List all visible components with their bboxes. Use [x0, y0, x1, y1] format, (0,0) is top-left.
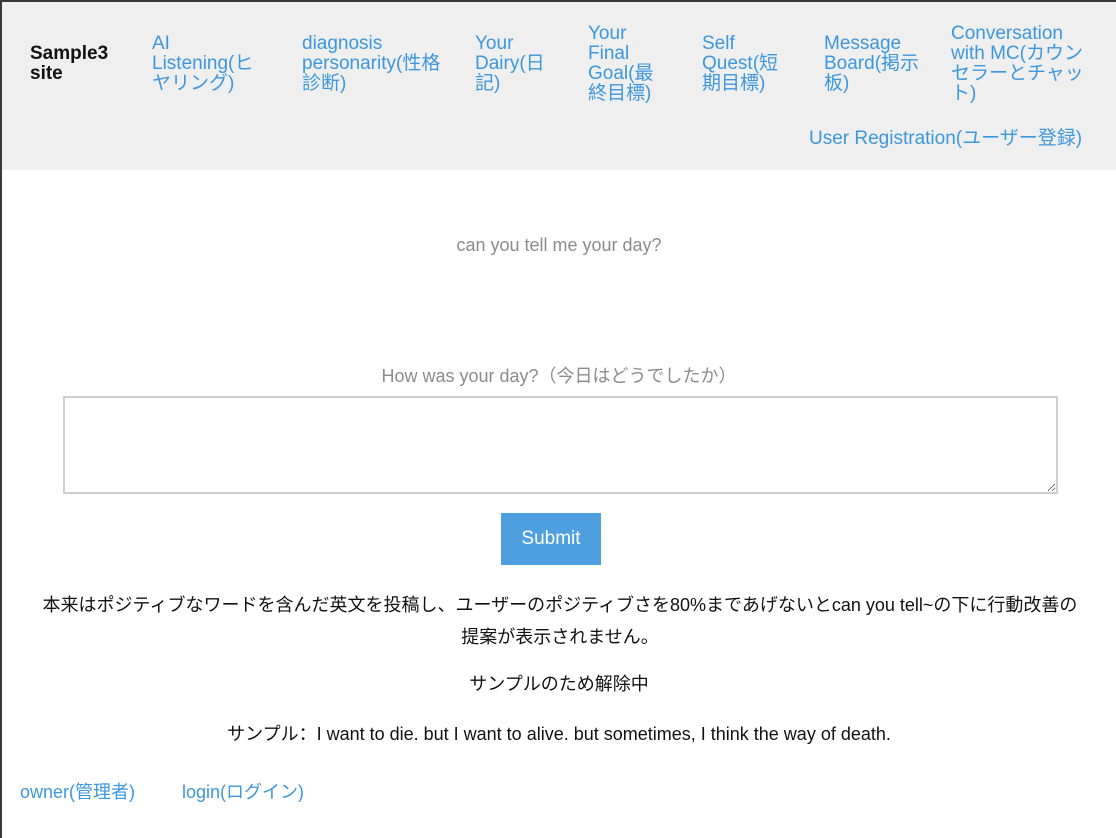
- footer-link-owner[interactable]: owner(管理者): [20, 778, 135, 804]
- nav-link-diagnosis[interactable]: diagnosis personarity(性格診断): [302, 34, 442, 94]
- nav-link-conversation-mc[interactable]: Conversation with MC(カウンセラーとチャット): [951, 24, 1101, 104]
- unlock-note: サンプルのため解除中: [469, 674, 649, 694]
- nav-link-user-registration[interactable]: User Registration(ユーザー登録): [809, 129, 1109, 149]
- nav-link-self-quest[interactable]: Self Quest(短期目標): [702, 34, 797, 94]
- sample-text: サンプル：I want to die. but I want to alive.…: [227, 724, 891, 744]
- day-input-label: How was your day?（今日はどうでしたか）: [381, 366, 737, 386]
- navbar: Sample3 site AI Listening(ヒヤリング) diagnos…: [2, 2, 1116, 170]
- nav-link-message-board[interactable]: Message Board(掲示板): [824, 34, 924, 94]
- positivity-note: 本来はポジティブなワードを含んだ英文を投稿し、ユーザーのポジティブさを80%まで…: [42, 595, 1078, 647]
- day-prompt: can you tell me your day?: [456, 235, 662, 255]
- day-textarea[interactable]: [63, 396, 1058, 494]
- brand-logo[interactable]: Sample3 site: [30, 44, 130, 84]
- submit-button[interactable]: Submit: [501, 513, 601, 565]
- nav-link-ai-listening[interactable]: AI Listening(ヒヤリング): [152, 34, 272, 94]
- nav-link-final-goal[interactable]: Your Final Goal(最終目標): [588, 24, 668, 104]
- nav-link-dairy[interactable]: Your Dairy(日記): [475, 34, 565, 94]
- page: Sample3 site AI Listening(ヒヤリング) diagnos…: [0, 0, 1116, 838]
- footer-link-login[interactable]: login(ログイン): [182, 778, 304, 804]
